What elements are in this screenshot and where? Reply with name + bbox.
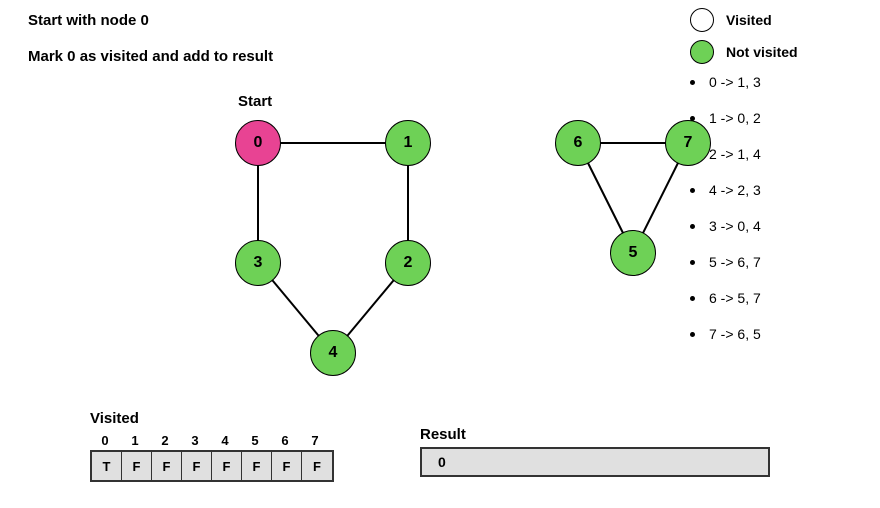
visited-cell: F	[272, 452, 302, 480]
node-3: 3	[235, 240, 281, 286]
legend-notvisited-dot	[690, 40, 714, 64]
legend-notvisited-label: Not visited	[726, 44, 798, 60]
node-5: 5	[610, 230, 656, 276]
visited-cell: F	[242, 452, 272, 480]
visited-header: 2	[150, 433, 180, 450]
node-0: 0	[235, 120, 281, 166]
legend: Visited Not visited	[690, 8, 860, 72]
title-line-1: Start with node 0	[28, 12, 149, 29]
graph-canvas: Start 0 1 2 3 4 5 6 7	[160, 115, 720, 395]
node-4: 4	[310, 330, 356, 376]
result-box: 0	[420, 447, 770, 477]
node-6: 6	[555, 120, 601, 166]
visited-header: 4	[210, 433, 240, 450]
legend-visited-label: Visited	[726, 12, 772, 28]
node-7: 7	[665, 120, 711, 166]
visited-header: 1	[120, 433, 150, 450]
visited-cell: F	[182, 452, 212, 480]
visited-cell: F	[302, 452, 332, 480]
legend-visited: Visited	[690, 8, 860, 32]
visited-header: 0	[90, 433, 120, 450]
result-title: Result	[420, 426, 770, 443]
visited-title: Visited	[90, 410, 334, 427]
visited-cell: F	[122, 452, 152, 480]
visited-headers: 0 1 2 3 4 5 6 7	[90, 433, 334, 450]
visited-header: 7	[300, 433, 330, 450]
node-1: 1	[385, 120, 431, 166]
start-label: Start	[238, 93, 272, 110]
visited-array-section: Visited 0 1 2 3 4 5 6 7 T F F F F F F F	[90, 410, 334, 482]
visited-header: 5	[240, 433, 270, 450]
bullet-icon	[690, 80, 695, 85]
legend-notvisited: Not visited	[690, 40, 860, 64]
visited-cell: F	[212, 452, 242, 480]
adj-item-0: 0 -> 1, 3	[690, 74, 860, 90]
visited-cells: T F F F F F F F	[90, 450, 334, 482]
visited-header: 3	[180, 433, 210, 450]
adj-text: 0 -> 1, 3	[709, 74, 761, 90]
visited-cell: F	[152, 452, 182, 480]
node-2: 2	[385, 240, 431, 286]
visited-header: 6	[270, 433, 300, 450]
visited-table: 0 1 2 3 4 5 6 7 T F F F F F F F	[90, 433, 334, 482]
visited-cell: T	[92, 452, 122, 480]
result-section: Result 0	[420, 426, 770, 477]
legend-visited-dot	[690, 8, 714, 32]
title-line-2: Mark 0 as visited and add to result	[28, 48, 273, 65]
